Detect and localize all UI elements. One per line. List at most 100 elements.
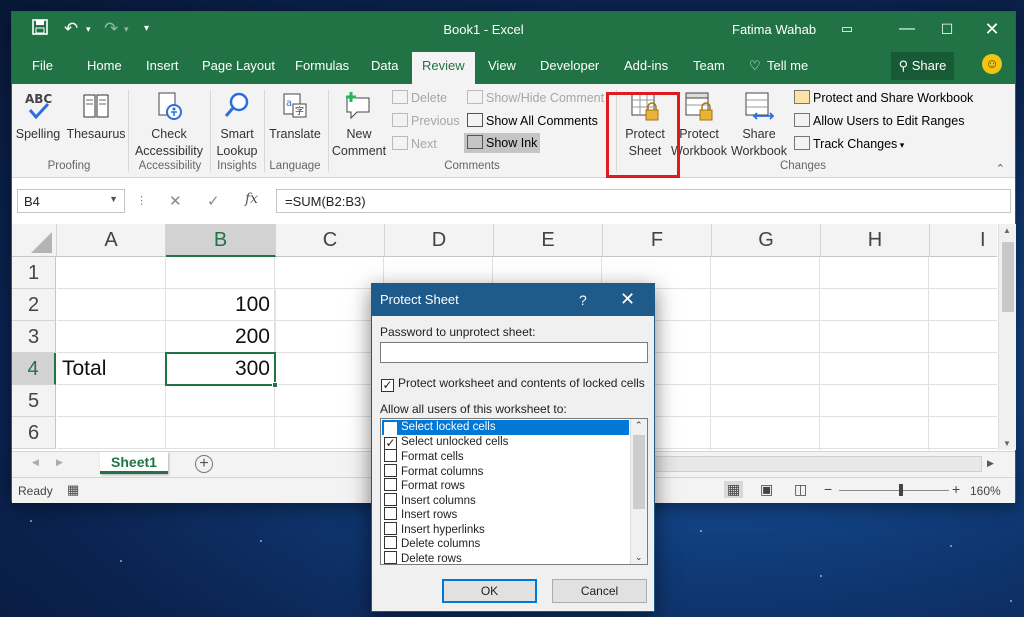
permission-insert-columns[interactable]: Insert columns — [382, 492, 629, 508]
column-header-a[interactable]: A — [57, 224, 166, 257]
permission-select-locked-cells[interactable]: ✓ Select locked cells — [382, 420, 629, 435]
tell-me-search[interactable]: Tell me — [767, 58, 808, 73]
insert-function-icon[interactable]: fx — [245, 191, 258, 207]
next-comment-button[interactable]: Next — [392, 134, 437, 154]
tab-review[interactable]: Review — [412, 52, 475, 84]
permissions-scroll-thumb[interactable] — [633, 435, 645, 509]
name-box-dropdown-icon[interactable]: ▼ — [109, 194, 118, 204]
row-header-5[interactable]: 5 — [12, 385, 56, 417]
checkbox-unchecked-icon[interactable] — [384, 478, 397, 491]
permission-select-unlocked-cells[interactable]: ✓ Select unlocked cells — [382, 435, 629, 450]
dialog-close-icon[interactable]: ✕ — [620, 289, 635, 310]
ok-button[interactable]: OK — [442, 579, 537, 603]
row-header-6[interactable]: 6 — [12, 417, 56, 449]
checkbox-checked-icon[interactable]: ✓ — [381, 379, 394, 392]
formula-input[interactable]: =SUM(B2:B3) — [276, 189, 1011, 213]
checkbox-unchecked-icon[interactable] — [384, 536, 397, 549]
show-ink-button[interactable]: Show Ink — [464, 133, 541, 153]
column-header-e[interactable]: E — [494, 224, 603, 257]
next-sheet-icon[interactable]: ▶ — [56, 457, 63, 468]
zoom-slider[interactable] — [839, 484, 949, 496]
tab-formulas[interactable]: Formulas — [295, 58, 349, 73]
row-header-2[interactable]: 2 — [12, 289, 56, 321]
checkbox-checked-icon[interactable]: ✓ — [384, 436, 397, 450]
help-icon[interactable]: ? — [579, 292, 587, 308]
row-header-1[interactable]: 1 — [12, 257, 56, 289]
minimize-icon[interactable]: — — [892, 16, 922, 42]
column-header-g[interactable]: G — [712, 224, 821, 257]
feedback-smiley-icon[interactable]: ☺ — [982, 54, 1002, 74]
collapse-ribbon-icon[interactable]: ⌃ — [996, 162, 1005, 175]
checkbox-unchecked-icon[interactable] — [384, 521, 397, 535]
password-input[interactable] — [380, 342, 648, 363]
vertical-scrollbar[interactable]: ▲ ▼ — [998, 224, 1016, 450]
ribbon-display-options-icon[interactable]: ▭ — [832, 16, 862, 42]
cell-b3[interactable]: 200 — [166, 321, 276, 353]
zoom-in-icon[interactable]: + — [952, 481, 960, 497]
checkbox-unchecked-icon[interactable] — [384, 463, 397, 477]
column-header-i[interactable]: I — [930, 224, 997, 257]
thesaurus-button[interactable]: Thesaurus — [66, 86, 126, 143]
permission-insert-hyperlinks[interactable]: Insert hyperlinks — [382, 521, 629, 537]
tab-file[interactable]: File — [32, 58, 53, 73]
zoom-out-icon[interactable]: − — [824, 481, 832, 497]
permission-format-rows[interactable]: Format rows — [382, 478, 629, 493]
smart-lookup-button[interactable]: Smart Lookup — [214, 86, 260, 160]
checkbox-checked-icon[interactable]: ✓ — [384, 422, 397, 435]
column-header-b[interactable]: B — [166, 224, 276, 257]
close-icon[interactable]: ✕ — [977, 16, 1007, 42]
spelling-button[interactable]: ABC Spelling — [14, 86, 62, 143]
protect-and-share-button[interactable]: Protect and Share Workbook — [794, 88, 973, 108]
column-header-h[interactable]: H — [821, 224, 930, 257]
cell-a4[interactable]: Total — [57, 353, 166, 385]
tab-view[interactable]: View — [488, 58, 516, 73]
show-all-comments-button[interactable]: Show All Comments — [467, 111, 598, 131]
share-button[interactable]: ⚲ Share — [891, 52, 954, 80]
add-sheet-icon[interactable]: + — [195, 455, 213, 473]
tab-team[interactable]: Team — [693, 58, 725, 73]
column-header-f[interactable]: F — [603, 224, 712, 257]
select-all-corner[interactable] — [12, 224, 57, 257]
translate-button[interactable]: a字 Translate — [267, 86, 323, 143]
checkbox-unchecked-icon[interactable] — [384, 449, 397, 462]
user-name[interactable]: Fatima Wahab — [732, 22, 816, 37]
permission-delete-columns[interactable]: Delete columns — [382, 536, 629, 551]
scroll-down-icon[interactable]: ⌄ — [635, 552, 643, 563]
column-header-d[interactable]: D — [385, 224, 494, 257]
tab-data[interactable]: Data — [371, 58, 398, 73]
normal-view-icon[interactable]: ▦ — [724, 481, 744, 498]
checkbox-unchecked-icon[interactable] — [384, 550, 397, 564]
horizontal-scrollbar[interactable] — [652, 456, 982, 472]
page-break-view-icon[interactable]: ◫ — [794, 481, 807, 498]
permissions-list[interactable]: ✓ Select locked cells ✓ Select unlocked ce… — [380, 418, 648, 565]
vertical-scroll-thumb[interactable] — [1002, 242, 1014, 312]
permission-delete-rows[interactable]: Delete rows — [382, 550, 629, 564]
scroll-right-icon[interactable]: ▶ — [987, 458, 994, 469]
checkbox-unchecked-icon[interactable] — [384, 507, 397, 520]
name-box[interactable]: B4 ▼ — [17, 189, 125, 213]
prev-sheet-icon[interactable]: ◀ — [32, 457, 39, 468]
maximize-icon[interactable]: ☐ — [932, 16, 962, 42]
sheet-tab-sheet1[interactable]: Sheet1 — [100, 452, 168, 474]
row-header-3[interactable]: 3 — [12, 321, 56, 353]
cancel-entry-icon[interactable]: ✕ — [169, 192, 182, 210]
tab-add-ins[interactable]: Add-ins — [624, 58, 668, 73]
fill-handle[interactable] — [272, 382, 278, 388]
row-header-4[interactable]: 4 — [12, 353, 56, 385]
check-accessibility-button[interactable]: Check Accessibility — [132, 86, 206, 160]
macro-record-icon[interactable]: ▦ — [67, 482, 79, 498]
zoom-level[interactable]: 160% — [970, 484, 1001, 498]
share-workbook-button[interactable]: Share Workbook — [728, 86, 790, 160]
allow-users-edit-ranges-button[interactable]: Allow Users to Edit Ranges — [794, 111, 964, 131]
tab-home[interactable]: Home — [87, 58, 122, 73]
permission-insert-rows[interactable]: Insert rows — [382, 507, 629, 522]
new-comment-button[interactable]: New Comment — [331, 86, 387, 160]
permissions-scrollbar[interactable]: ⌃ ⌄ — [630, 419, 647, 564]
cancel-button[interactable]: Cancel — [552, 579, 647, 603]
tab-insert[interactable]: Insert — [146, 58, 179, 73]
scroll-up-icon[interactable]: ⌃ — [635, 420, 643, 431]
protect-contents-checkbox[interactable]: ✓ Protect worksheet and contents of locke… — [381, 376, 645, 392]
column-header-c[interactable]: C — [276, 224, 385, 257]
cell-b2[interactable]: 100 — [166, 289, 276, 321]
scroll-up-icon[interactable]: ▲ — [1003, 226, 1011, 235]
